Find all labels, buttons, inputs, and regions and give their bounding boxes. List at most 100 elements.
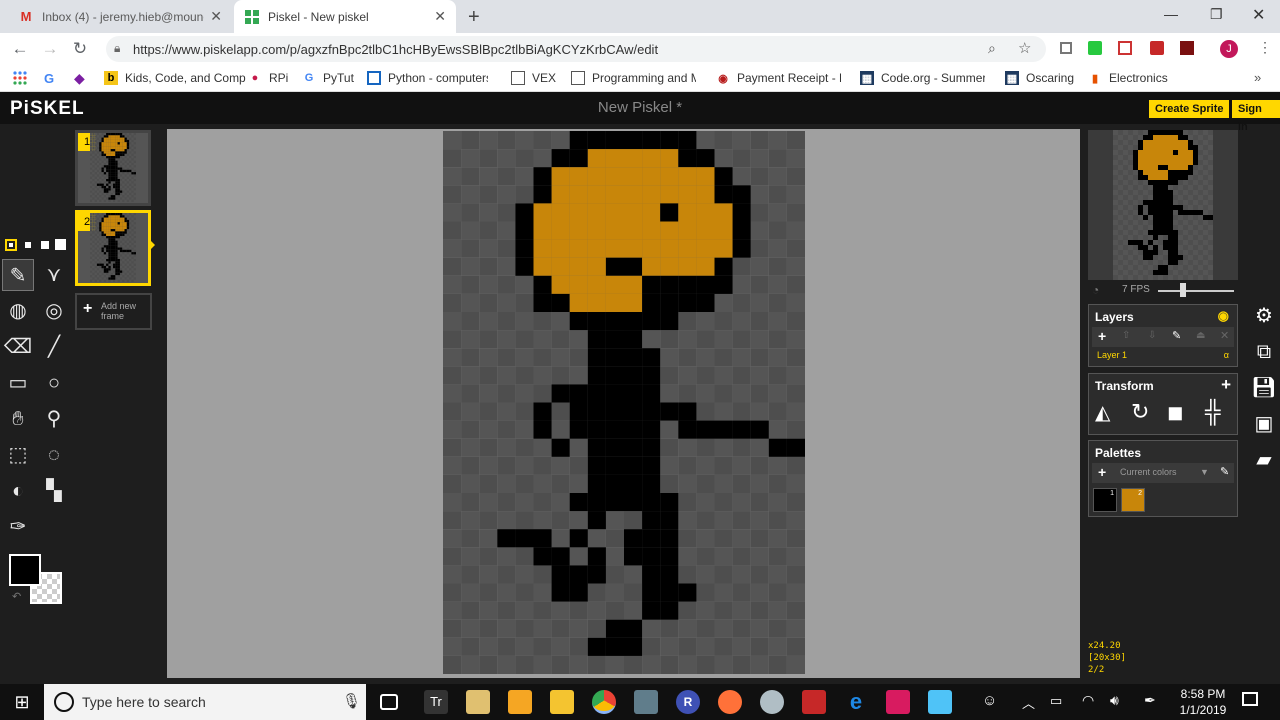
minimize-button[interactable]: —: [1164, 6, 1178, 22]
move-layer-up-icon[interactable]: ⇧: [1122, 330, 1130, 341]
vertical-mirror-pen-tool[interactable]: ⋎: [38, 259, 70, 291]
bookmark-star-icon[interactable]: ☆: [1018, 39, 1031, 57]
delete-layer-icon[interactable]: ✕: [1220, 329, 1229, 342]
layer-alpha-icon[interactable]: α: [1224, 350, 1229, 360]
merge-layer-icon[interactable]: ⏏: [1196, 330, 1205, 341]
edit-palette-icon[interactable]: ✎: [1220, 465, 1229, 478]
bookmark-item[interactable]: Programming and M: [571, 71, 696, 85]
people-icon[interactable]: ☺: [982, 692, 997, 709]
close-icon[interactable]: ✕: [210, 8, 222, 25]
app-icon[interactable]: [928, 690, 952, 714]
extension-icon[interactable]: [1060, 42, 1072, 54]
plus-icon[interactable]: +: [1221, 375, 1231, 395]
bookmark-item[interactable]: Python - computersfo: [367, 71, 488, 85]
create-sprite-button[interactable]: Create Sprite: [1149, 100, 1230, 118]
rotate-icon[interactable]: ↻: [1131, 399, 1149, 425]
rectangle-tool[interactable]: ▭: [2, 367, 34, 399]
extension-icon[interactable]: [1088, 41, 1102, 55]
bookmark-item[interactable]: ◉ Payment Receipt - Re: [716, 71, 841, 85]
color-picker-tool[interactable]: ✑: [2, 511, 34, 543]
palette-swatch-orange[interactable]: 2: [1121, 488, 1145, 512]
bookmark-item[interactable]: ▮ Electronics: [1088, 71, 1168, 85]
maximize-button[interactable]: ❐: [1210, 6, 1223, 23]
extension-icon[interactable]: [1180, 41, 1194, 55]
swap-colors-icon[interactable]: ↶: [12, 590, 21, 603]
layer-row[interactable]: Layer 1 α: [1092, 347, 1234, 365]
circle-tool[interactable]: ○: [38, 367, 70, 399]
back-button[interactable]: ←: [10, 39, 30, 59]
files-app-icon[interactable]: [466, 690, 490, 714]
palette-select[interactable]: Current colors: [1120, 467, 1177, 477]
pen-size-4[interactable]: [55, 239, 67, 251]
settings-gear-icon[interactable]: ⚙: [1248, 298, 1280, 334]
eraser-tool[interactable]: ⌫: [2, 331, 34, 363]
edit-layer-icon[interactable]: ✎: [1172, 329, 1181, 342]
save-icon[interactable]: 💾︎: [1248, 370, 1280, 406]
forward-button[interactable]: →: [40, 39, 60, 59]
piskel-logo[interactable]: PiSKEL: [10, 98, 85, 120]
move-hand-tool[interactable]: ✋︎: [2, 403, 34, 435]
onion-skin-icon[interactable]: ◔: [1092, 283, 1099, 297]
task-view-icon[interactable]: [380, 694, 398, 710]
reload-button[interactable]: ↻: [70, 39, 90, 59]
tab-piskel[interactable]: Piskel - New piskel ✕: [234, 0, 456, 33]
chevron-up-icon[interactable]: ︿: [1022, 693, 1035, 712]
close-icon[interactable]: ✕: [434, 8, 446, 25]
edge-icon[interactable]: e: [844, 690, 868, 714]
tab-gmail[interactable]: M Inbox (4) - jeremy.hieb@mounds ✕: [8, 0, 232, 33]
eye-icon[interactable]: ◉: [1218, 308, 1229, 324]
taskbar-clock[interactable]: 8:58 PM 1/1/2019: [1172, 686, 1234, 718]
palette-swatch-black[interactable]: 1: [1093, 488, 1117, 512]
pen-icon[interactable]: ✒: [1144, 692, 1156, 709]
clone-icon[interactable]: ◼: [1167, 400, 1184, 425]
stroke-tool[interactable]: ╱: [38, 331, 70, 363]
add-palette-icon[interactable]: +: [1098, 464, 1106, 480]
paint-all-same-color-tool[interactable]: ◎: [38, 295, 70, 327]
bookmark-item[interactable]: VEX: [511, 71, 556, 85]
firefox-icon[interactable]: [718, 690, 742, 714]
shape-selection-tool[interactable]: ⚲: [38, 403, 70, 435]
sign-in-button[interactable]: Sign in: [1232, 100, 1280, 133]
dithering-tool[interactable]: ▚: [38, 475, 70, 507]
pen-tool[interactable]: ✎: [2, 259, 34, 291]
new-tab-button[interactable]: +: [468, 6, 480, 29]
bookmark-icon[interactable]: ◆: [74, 70, 85, 87]
lighten-tool[interactable]: ◐: [2, 475, 34, 507]
chrome-icon[interactable]: [592, 690, 616, 714]
windows-start-icon[interactable]: ⊞: [0, 684, 44, 720]
add-frame-button[interactable]: + Add new frame: [75, 293, 152, 330]
resize-icon[interactable]: ⧉: [1248, 334, 1280, 370]
app-icon[interactable]: [886, 690, 910, 714]
fps-slider[interactable]: [1158, 290, 1234, 292]
app-icon[interactable]: [634, 690, 658, 714]
battery-icon[interactable]: ▭: [1050, 693, 1062, 709]
zoom-search-icon[interactable]: ⌕: [988, 40, 996, 57]
bookmark-item[interactable]: ● RPi: [248, 71, 289, 85]
wifi-icon[interactable]: ◠: [1082, 692, 1094, 709]
window-close-button[interactable]: ✕: [1252, 5, 1265, 25]
frame-thumbnail[interactable]: 2: [75, 210, 151, 286]
apps-icon[interactable]: [12, 70, 28, 86]
r-app-icon[interactable]: R: [676, 690, 700, 714]
volume-icon[interactable]: 🔊︎: [1110, 692, 1119, 709]
pen-size-2[interactable]: [22, 239, 34, 251]
lasso-select-tool[interactable]: ◌: [38, 439, 70, 471]
bookmark-item[interactable]: b Kids, Code, and Comp: [104, 71, 246, 85]
center-icon[interactable]: ╬: [1205, 399, 1221, 425]
open-folder-icon[interactable]: ▰: [1248, 442, 1280, 478]
google-icon[interactable]: G: [44, 71, 54, 86]
primary-color-swatch[interactable]: [9, 554, 41, 586]
app-icon[interactable]: [760, 690, 784, 714]
paint-bucket-tool[interactable]: ◍: [2, 295, 34, 327]
profile-avatar[interactable]: J: [1220, 40, 1238, 58]
bookmarks-overflow-icon[interactable]: »: [1254, 70, 1261, 85]
extension-icon[interactable]: [1150, 41, 1164, 55]
drawing-canvas[interactable]: [443, 131, 805, 677]
tool-app-icon[interactable]: [508, 690, 532, 714]
bookmark-item[interactable]: G PyTut: [302, 71, 354, 85]
bookmark-item[interactable]: ▦ Oscaring: [1005, 71, 1074, 85]
typing-app-icon[interactable]: Tr: [424, 690, 448, 714]
notifications-icon[interactable]: [1242, 692, 1258, 706]
export-image-icon[interactable]: ▣: [1248, 406, 1280, 442]
extension-icon[interactable]: [1118, 41, 1132, 55]
